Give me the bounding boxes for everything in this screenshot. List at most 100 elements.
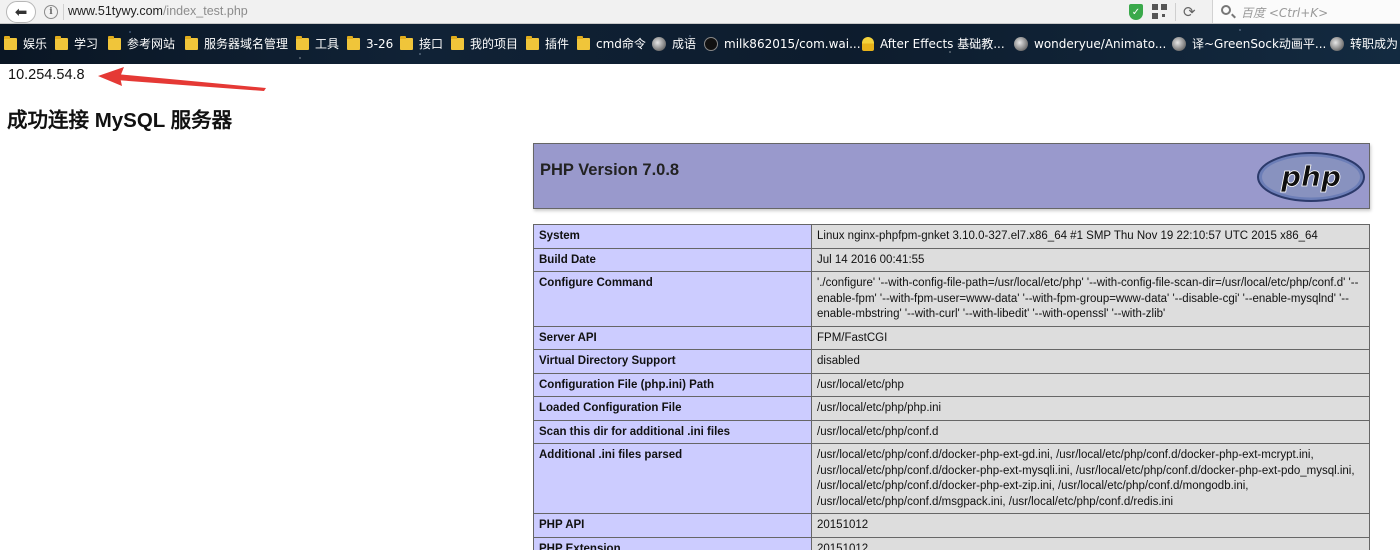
row-value: Linux nginx-phpfpm-gnket 3.10.0-327.el7.…	[811, 224, 1370, 249]
bookmark-item[interactable]: 学习	[55, 36, 98, 52]
row-value: 20151012	[811, 536, 1370, 550]
search-placeholder: 百度 <Ctrl+K>	[1241, 6, 1329, 20]
folder-icon	[108, 36, 121, 50]
bookmark-item[interactable]: 接口	[400, 36, 443, 52]
bookmark-label: 我的项目	[470, 37, 519, 51]
bookmark-item[interactable]: After Effects 基础教...	[862, 36, 1005, 52]
table-row: Server API FPM/FastCGI	[533, 325, 1370, 350]
folder-icon	[296, 36, 309, 50]
phpinfo-header: PHP Version 7.0.8 php	[533, 143, 1370, 209]
bookmark-label: 成语	[672, 37, 697, 51]
bookmark-item[interactable]: 工具	[296, 36, 339, 52]
bookmark-label: 接口	[419, 37, 444, 51]
row-value: disabled	[811, 349, 1370, 374]
row-key: Configure Command	[533, 271, 812, 327]
bookmark-item[interactable]: 转职成为	[1330, 36, 1398, 52]
table-row: Configuration File (php.ini) Path/usr/lo…	[533, 372, 1370, 397]
info-icon[interactable]: i	[44, 5, 58, 19]
bookmark-item[interactable]: 3-26	[347, 36, 393, 52]
folder-icon	[526, 36, 539, 50]
folder-icon	[400, 36, 413, 50]
folder-icon	[4, 36, 17, 50]
search-input[interactable]: 百度 <Ctrl+K>	[1212, 0, 1400, 23]
row-key: PHP Extension	[533, 536, 812, 550]
bookmark-label: 服务器域名管理	[204, 37, 289, 51]
refresh-icon[interactable]: ⟳	[1183, 2, 1196, 22]
folder-icon	[577, 36, 590, 50]
shield-icon[interactable]: ✓	[1129, 4, 1143, 20]
row-value: './configure' '--with-config-file-path=/…	[811, 271, 1370, 327]
globe-icon	[1014, 37, 1028, 51]
row-key: Configuration File (php.ini) Path	[533, 372, 812, 397]
github-icon	[704, 37, 718, 51]
bookmark-item[interactable]: milk862015/com.wai...	[704, 36, 861, 52]
bookmark-item[interactable]: 娱乐	[4, 36, 47, 52]
phpinfo-table: System Linux nginx-phpfpm-gnket 3.10.0-32…	[533, 224, 1370, 550]
folder-icon	[451, 36, 464, 50]
table-row: Loaded Configuration File/usr/local/etc/…	[533, 396, 1370, 421]
url-divider	[63, 4, 64, 20]
table-row: Additional .ini files parsed/usr/local/e…	[533, 443, 1370, 514]
bookmark-item[interactable]: 插件	[526, 36, 569, 52]
back-arrow-icon: ⬅	[14, 2, 28, 21]
page-heading: 成功连接 MySQL 服务器	[7, 109, 233, 132]
bookmark-label: 工具	[315, 37, 340, 51]
bookmark-item[interactable]: 我的项目	[451, 36, 518, 52]
php-logo-icon[interactable]: php	[1256, 151, 1366, 203]
table-row: System Linux nginx-phpfpm-gnket 3.10.0-32…	[533, 224, 1370, 249]
toolbar-divider	[1175, 3, 1176, 21]
globe-icon	[1172, 37, 1186, 51]
row-key: System	[533, 224, 812, 249]
row-value: /usr/local/etc/php/conf.d/docker-php-ext…	[811, 443, 1370, 514]
search-icon	[1221, 5, 1231, 15]
bookmark-label: wonderyue/Animato...	[1034, 37, 1167, 51]
bookmark-label: 参考网站	[127, 37, 176, 51]
row-key: Additional .ini files parsed	[533, 443, 812, 514]
row-value: /usr/local/etc/php/conf.d	[811, 419, 1370, 444]
folder-icon	[55, 36, 68, 50]
bookmark-item[interactable]: 服务器域名管理	[185, 36, 288, 52]
bookmark-label: milk862015/com.wai...	[724, 37, 861, 51]
globe-icon	[652, 37, 666, 51]
row-value: FPM/FastCGI	[811, 325, 1370, 350]
bookmark-label: 3-26	[366, 37, 394, 51]
php-version-title: PHP Version 7.0.8	[540, 161, 680, 179]
table-row: Build Date Jul 14 2016 00:41:55	[533, 247, 1370, 272]
bookmark-label: 插件	[545, 37, 570, 51]
bookmark-item[interactable]: 成语	[652, 36, 696, 52]
globe-icon	[1330, 37, 1344, 51]
row-key: Build Date	[533, 247, 812, 272]
bookmarks-bar: 娱乐 学习 参考网站 服务器域名管理 工具 3-26 接口 我的项目 插件 cm…	[0, 24, 1400, 64]
user-icon	[862, 37, 874, 51]
bookmark-label: 娱乐	[23, 37, 48, 51]
address-bar: ⬅ i www.51tywy.com/index_test.php ✓ ⟳ 百度…	[0, 0, 1400, 24]
bookmark-item[interactable]: cmd命令	[577, 36, 646, 52]
qr-code-icon[interactable]	[1152, 4, 1167, 19]
back-button[interactable]: ⬅	[6, 1, 36, 23]
table-row: Configure Command './configure' '--with-c…	[533, 271, 1370, 327]
row-key: Scan this dir for additional .ini files	[533, 419, 812, 444]
url-field[interactable]: www.51tywy.com/index_test.php	[68, 4, 248, 18]
folder-icon	[347, 36, 360, 50]
table-row: Scan this dir for additional .ini files /…	[533, 419, 1370, 444]
url-path: /index_test.php	[162, 4, 248, 18]
row-value: Jul 14 2016 00:41:55	[811, 247, 1370, 272]
bookmark-label: 学习	[74, 37, 99, 51]
bookmark-item[interactable]: 参考网站	[108, 36, 175, 52]
bookmark-label: cmd命令	[596, 37, 646, 51]
bookmark-label: After Effects 基础教...	[880, 37, 1005, 51]
bookmark-label: 转职成为	[1350, 37, 1399, 51]
row-key: Loaded Configuration File	[533, 396, 812, 421]
bookmark-item[interactable]: wonderyue/Animato...	[1014, 36, 1166, 52]
table-row: PHP API 20151012	[533, 513, 1370, 538]
row-key: Server API	[533, 325, 812, 350]
annotation-arrow-icon	[98, 67, 266, 91]
bookmark-item[interactable]: 译~GreenSock动画平...	[1172, 36, 1326, 52]
table-row: Virtual Directory Support disabled	[533, 349, 1370, 374]
url-host: www.51tywy.com	[68, 4, 163, 18]
php-logo-text: php	[1280, 160, 1341, 193]
table-row: PHP Extension 20151012	[533, 536, 1370, 550]
row-value: 20151012	[811, 513, 1370, 538]
folder-icon	[185, 36, 198, 50]
row-value: /usr/local/etc/php	[811, 372, 1370, 397]
